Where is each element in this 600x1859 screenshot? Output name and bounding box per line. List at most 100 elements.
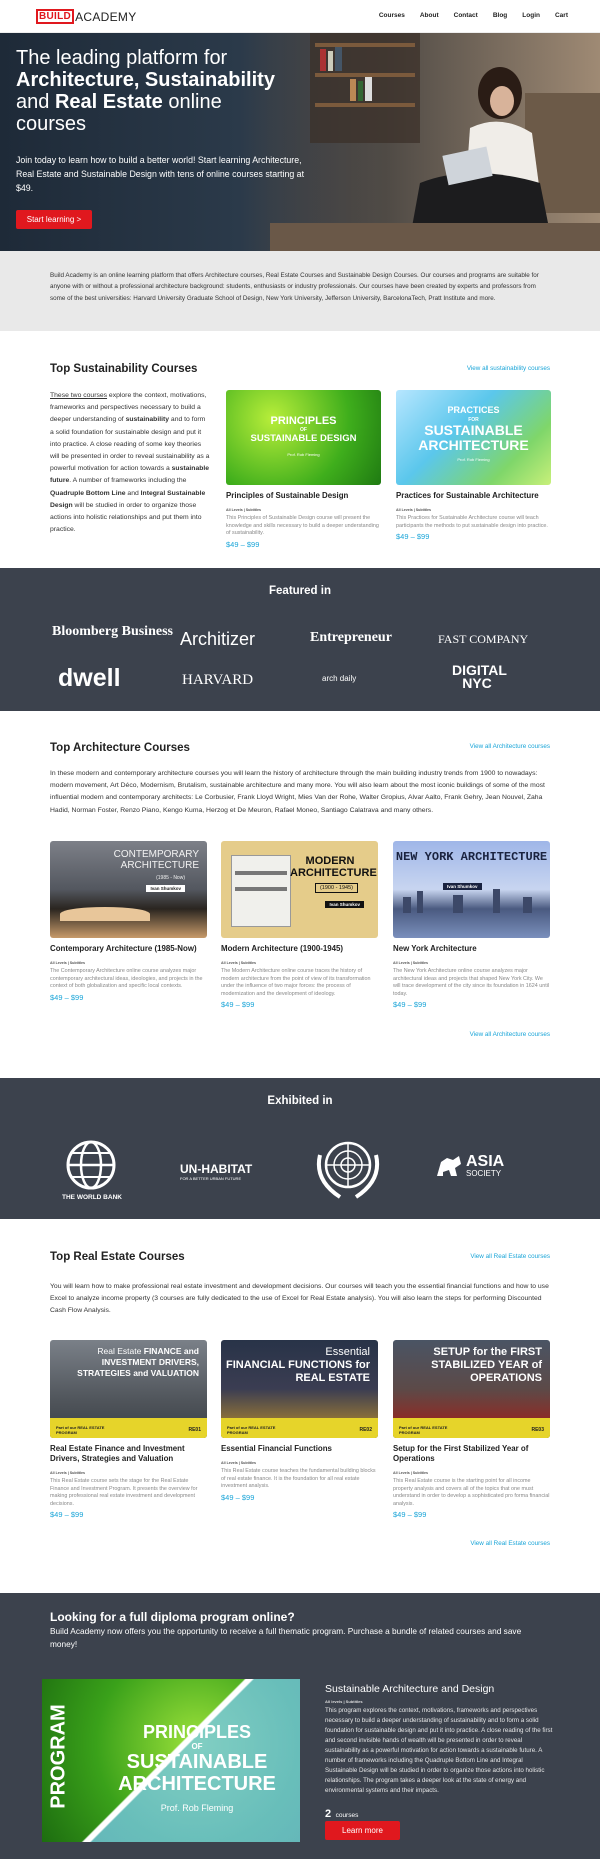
logo-society-text: SOCIETY (466, 1169, 502, 1178)
view-all-architecture-link-top[interactable]: View all Architecture courses (470, 743, 550, 750)
nav-cart[interactable]: Cart (555, 12, 568, 19)
united-nations-emblem-icon (317, 1141, 379, 1199)
program-count-number: 2 (325, 1808, 332, 1820)
sustainability-section-title: Top Sustainability Courses (50, 363, 198, 375)
build-academy-logo[interactable]: BUILD ACADEMY (36, 9, 137, 24)
course-description: This Real Estate course sets the stage f… (50, 1478, 198, 1507)
thumb-program: Part of our REAL ESTATE PROGRAM (227, 1425, 276, 1435)
course-level: All Levels | Subtitles (396, 508, 431, 512)
course-thumbnail[interactable]: PRINCIPLES OF SUSTAINABLE DESIGN Prof. R… (226, 390, 381, 485)
course-title[interactable]: Setup for the First Stabilized Year of O… (393, 1444, 550, 1464)
start-learning-button[interactable]: Start learning > (16, 210, 92, 229)
nav-about[interactable]: About (420, 12, 439, 19)
course-thumbnail[interactable]: CONTEMPORARY ARCHITECTURE (1985 - Now) I… (50, 841, 207, 938)
sus-text-c: and to form a solid foundation for susta… (50, 416, 210, 473)
sustainability-description: These two courses explore the context, m… (50, 390, 210, 536)
course-card-real-estate-finance[interactable]: Real Estate FINANCE and INVESTMENT DRIVE… (50, 1340, 207, 1519)
thumb-title: MODERN ARCHITECTURE (290, 855, 377, 879)
thumb-title-2: SUSTAINABLE DESIGN (250, 433, 357, 444)
learn-more-button[interactable]: Learn more (325, 1821, 400, 1840)
logo-bloomberg-business: Bloomberg Business (52, 624, 173, 639)
thumb-title-b: STABILIZED YEAR of OPERATIONS (431, 1359, 542, 1384)
course-title[interactable]: Essential Financial Functions (221, 1444, 378, 1454)
logo-entrepreneur: Entrepreneur (310, 630, 392, 645)
nav-contact[interactable]: Contact (454, 12, 478, 19)
main-nav: Courses About Contact Blog Login Cart (379, 12, 568, 19)
course-description: The Contemporary Architecture online cou… (50, 968, 203, 989)
logo-harvard: HARVARD (182, 672, 254, 688)
course-title[interactable]: Contemporary Architecture (1985-Now) (50, 944, 207, 954)
these-two-courses-link[interactable]: These two courses (50, 392, 107, 399)
course-card-practices-sustainable-architecture[interactable]: PRACTICES FOR SUSTAINABLE ARCHITECTURE P… (396, 390, 551, 541)
top-navbar: BUILD ACADEMY Courses About Contact Blog… (0, 0, 600, 33)
course-title[interactable]: Modern Architecture (1900-1945) (221, 944, 378, 954)
view-all-architecture-link-bottom[interactable]: View all Architecture courses (470, 1031, 550, 1038)
sus-text-e: and (125, 489, 141, 497)
exhibited-in-title: Exhibited in (267, 1095, 333, 1107)
nav-login[interactable]: Login (522, 12, 540, 19)
course-thumbnail[interactable]: NEW YORK ARCHITECTURE Ivan Shumkov (393, 841, 550, 938)
course-level: All Levels | Subtitles (393, 961, 428, 965)
course-title[interactable]: Practices for Sustainable Architecture (396, 491, 551, 501)
course-thumbnail[interactable]: MODERN ARCHITECTURE (1900 - 1945) Ivan S… (221, 841, 378, 938)
logo-architizer: Architizer (180, 629, 256, 649)
thumb-title-1: PRACTICES (447, 405, 500, 415)
program-course-count: 2 courses (325, 1804, 358, 1822)
thumb-title-2: SUSTAINABLE ARCHITECTURE (418, 422, 529, 453)
course-title[interactable]: New York Architecture (393, 944, 550, 954)
course-level: All Levels | Subtitles (226, 508, 261, 512)
thumb-author: Ivan Shumkov (325, 901, 364, 908)
architecture-description: In these modern and contemporary archite… (50, 770, 545, 814)
thumb-vertical-label: PROGRAM (47, 1704, 70, 1809)
course-card-setup-first-stabilized-year[interactable]: SETUP for the FIRST STABILIZED YEAR of OP… (393, 1340, 550, 1519)
course-description: The New York Architecture online course … (393, 968, 550, 997)
course-card-modern-architecture[interactable]: MODERN ARCHITECTURE (1900 - 1945) Ivan S… (221, 841, 378, 1009)
course-thumbnail[interactable]: PRACTICES FOR SUSTAINABLE ARCHITECTURE P… (396, 390, 551, 485)
course-card-principles-sustainable-design[interactable]: PRINCIPLES OF SUSTAINABLE DESIGN Prof. R… (226, 390, 381, 549)
course-title[interactable]: Principles of Sustainable Design (226, 491, 381, 501)
thumb-author: Ivan Shumkov (146, 885, 185, 892)
logo-build-mark: BUILD (36, 9, 75, 24)
hero-heading-line3-bold: Real Estate (54, 91, 163, 113)
program-thumbnail[interactable]: PROGRAM PRINCIPLES OF SUSTAINABLE ARCHIT… (42, 1679, 300, 1842)
course-card-new-york-architecture[interactable]: NEW YORK ARCHITECTURE Ivan Shumkov New Y… (393, 841, 550, 1009)
thumb-title: SETUP for the FIRST STABILIZED YEAR of OP… (394, 1346, 542, 1385)
thumb-program: Part of our REAL ESTATE PROGRAM (399, 1425, 448, 1435)
logo-un-habitat: UN-HABITAT (180, 1162, 253, 1176)
course-price: $49 – $99 (50, 1510, 84, 1519)
sus-text-f: will be studied in order to organize tho… (50, 501, 202, 534)
thumb-author: Prof. Rob Fleming (287, 452, 320, 457)
logo-digital-nyc: DIGITAL NYC (452, 662, 507, 691)
logo-academy-text: ACADEMY (75, 9, 137, 24)
thumb-title-1: PRINCIPLES (270, 415, 337, 427)
course-title[interactable]: Real Estate Finance and Investment Drive… (50, 1444, 207, 1464)
course-thumbnail[interactable]: Essential FINANCIAL FUNCTIONS for REAL ES… (221, 1340, 378, 1438)
intro-text: Build Academy is an online learning plat… (50, 272, 539, 302)
course-card-essential-financial-functions[interactable]: Essential FINANCIAL FUNCTIONS for REAL ES… (221, 1340, 378, 1502)
course-card-contemporary-architecture[interactable]: CONTEMPORARY ARCHITECTURE (1985 - Now) I… (50, 841, 207, 1002)
view-all-real-estate-link-top[interactable]: View all Real Estate courses (470, 1253, 550, 1260)
nav-courses[interactable]: Courses (379, 12, 405, 19)
hero-heading-line3-post: online (168, 91, 222, 113)
course-thumbnail[interactable]: Real Estate FINANCE and INVESTMENT DRIVE… (50, 1340, 207, 1438)
hero-heading-line4: courses (16, 113, 87, 135)
program-title[interactable]: Sustainable Architecture and Design (325, 1683, 494, 1695)
thumb-title-2: SUSTAINABLE ARCHITECTURE (118, 1751, 276, 1795)
real-estate-section-title: Top Real Estate Courses (50, 1251, 185, 1263)
view-all-real-estate-link-bottom[interactable]: View all Real Estate courses (470, 1540, 550, 1547)
course-thumbnail[interactable]: SETUP for the FIRST STABILIZED YEAR of OP… (393, 1340, 550, 1438)
thumb-title: CONTEMPORARY ARCHITECTURE (113, 849, 199, 871)
thumb-author: Prof. Rob Fleming (457, 457, 490, 462)
hero-heading-line2: Architecture, Sustainability (16, 69, 275, 91)
course-price: $49 – $99 (221, 1492, 255, 1502)
thumb-of: OF (191, 1742, 203, 1751)
course-price: $49 – $99 (393, 1510, 427, 1519)
logo-asia-society: ASIA SOCIETY (466, 1154, 504, 1179)
thumb-program: Part of our REAL ESTATE PROGRAM (56, 1425, 105, 1435)
logo-archdaily: arch daily (322, 674, 357, 683)
view-all-sustainability-link[interactable]: View all sustainability courses (467, 365, 550, 372)
logo-dwell: dwell (58, 664, 121, 692)
nav-blog[interactable]: Blog (493, 12, 507, 19)
thumb-title-a: Essential (325, 1346, 370, 1358)
program-band: Looking for a full diploma program onlin… (0, 1593, 600, 1859)
